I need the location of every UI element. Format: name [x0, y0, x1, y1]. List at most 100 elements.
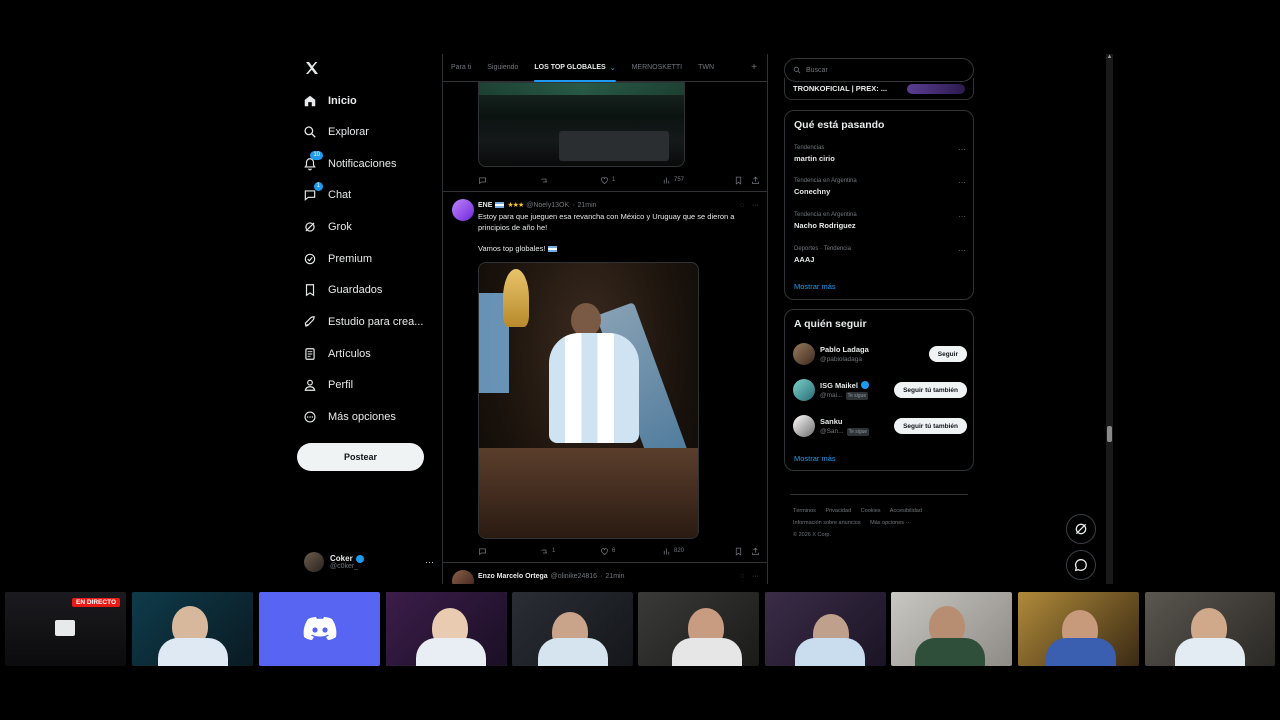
tile-shirt [915, 638, 985, 666]
share-icon[interactable] [751, 176, 760, 185]
tweet-avatar[interactable] [452, 199, 474, 221]
nav-item-perfil[interactable]: Perfil [302, 373, 353, 397]
x-logo-icon[interactable] [304, 60, 320, 81]
follow-suggestion[interactable]: Sanku @San... Te sigue Seguir tú también [793, 413, 967, 439]
grok-icon[interactable]: ◌ [740, 202, 744, 209]
tweet-author-name[interactable]: Enzo Marcelo Ortega [478, 573, 548, 580]
views-button[interactable]: 757 [662, 176, 726, 185]
more-dots-icon[interactable]: ··· [752, 202, 759, 209]
follow-suggestion[interactable]: Pablo Ladaga @pabloladaga Seguir [793, 341, 967, 367]
follow-back-button[interactable]: Seguir tú también [894, 382, 967, 398]
tab-los-top-globales[interactable]: LOS TOP GLOBALES ⌄ [526, 54, 623, 82]
stream-tile[interactable]: EN DIRECTO [5, 592, 126, 666]
nav-item-articulos[interactable]: Artículos [302, 342, 371, 366]
show-more-link[interactable]: Mostrar más [794, 282, 836, 291]
nav-item-guardados[interactable]: Guardados [302, 278, 382, 302]
follow-button[interactable]: Seguir [928, 346, 967, 362]
nav-item-notificaciones[interactable]: 10 Notificaciones [302, 151, 396, 176]
follow-suggestion[interactable]: ISG Maikel @mai... Te sigue Seguir tú tam… [793, 377, 967, 403]
nav-item-inicio[interactable]: Inicio [302, 89, 357, 113]
nav-item-premium[interactable]: Premium [302, 247, 372, 271]
follow-handle: @pabloladaga [820, 356, 863, 363]
retweet-button[interactable]: 1 [540, 547, 600, 556]
more-dots-icon[interactable]: ··· [958, 178, 966, 187]
trend-item[interactable]: Tendencia en Argentina Nacho Rodriguez ·… [794, 212, 966, 230]
more-dots-icon[interactable]: ··· [958, 212, 966, 221]
bookmark-icon[interactable] [734, 547, 743, 556]
footer-link[interactable]: Información sobre anuncios [793, 520, 861, 526]
tweet-media-image[interactable] [478, 262, 699, 539]
person-icon [302, 377, 318, 393]
rocket-icon [302, 314, 318, 330]
tweet-author-name[interactable]: ENE [478, 202, 492, 209]
nav-item-grok[interactable]: Grok [302, 215, 352, 239]
reply-icon[interactable] [478, 176, 540, 185]
live-avatars [907, 83, 965, 94]
share-icon[interactable] [751, 547, 760, 556]
trend-item[interactable]: Deportes · Tendencia AAAJ ··· [794, 246, 966, 264]
views-button[interactable]: 820 [662, 547, 726, 556]
tab-twn[interactable]: TWN [690, 54, 722, 82]
scrollbar[interactable] [1106, 54, 1113, 584]
post-button[interactable]: Postear [297, 443, 424, 471]
footer-link[interactable]: Cookies [861, 508, 881, 514]
footer-link[interactable]: Accesibilidad [890, 508, 922, 514]
footer-link[interactable]: Privacidad [825, 508, 851, 514]
tab-mernosketti[interactable]: MERNOSKETTI [624, 54, 691, 82]
tab-para-ti[interactable]: Para ti [443, 54, 479, 82]
grok-icon [302, 219, 318, 235]
search-bar[interactable] [784, 58, 974, 82]
footer-link[interactable]: Más opciones ··· [870, 520, 911, 526]
show-more-link[interactable]: Mostrar más [794, 454, 836, 463]
notification-badge: 10 [310, 151, 323, 160]
stream-tile-selected[interactable] [386, 592, 507, 666]
nav-item-mas-opciones[interactable]: Más opciones [302, 405, 396, 429]
more-dots-icon[interactable]: ··· [425, 557, 434, 567]
bell-icon: 10 [302, 151, 323, 172]
nav-item-explorar[interactable]: Explorar [302, 120, 369, 144]
stream-tile[interactable] [512, 592, 633, 666]
grok-icon[interactable]: ◌ [740, 573, 744, 580]
footer-link[interactable]: Términos [793, 508, 816, 514]
tweet-handle[interactable]: @Noely13OK [526, 202, 569, 209]
tweet-handle[interactable]: @olinike24816 [551, 573, 597, 580]
more-dots-icon[interactable]: ··· [752, 573, 759, 580]
tab-siguiendo[interactable]: Siguiendo [479, 54, 526, 82]
stream-tile[interactable] [1018, 592, 1139, 666]
add-tab-icon[interactable]: + [751, 62, 767, 73]
search-input[interactable] [806, 66, 956, 74]
bookmark-icon[interactable] [734, 176, 743, 185]
stream-tile[interactable] [765, 592, 886, 666]
avatar [304, 552, 324, 572]
stream-tile[interactable] [1145, 592, 1275, 666]
scrollbar-thumb[interactable] [1107, 426, 1112, 442]
scroll-up-arrow-icon[interactable]: ▲ [1106, 54, 1113, 62]
like-button[interactable]: 1 [600, 176, 662, 185]
stream-tile[interactable] [891, 592, 1012, 666]
nav-item-chat[interactable]: 1 Chat [302, 182, 351, 207]
separator: · [572, 201, 575, 209]
tweet-time[interactable]: 21min [577, 202, 596, 209]
more-dots-icon[interactable]: ··· [958, 145, 966, 154]
follow-name-row: ISG Maikel [820, 381, 869, 390]
stream-tile[interactable] [638, 592, 759, 666]
like-button[interactable]: 6 [600, 547, 662, 556]
messages-float-button[interactable] [1066, 550, 1096, 580]
stream-tile[interactable] [132, 592, 253, 666]
grok-float-button[interactable] [1066, 514, 1096, 544]
trend-item[interactable]: Tendencia en Argentina Conechny ··· [794, 178, 966, 196]
follow-back-button[interactable]: Seguir tú también [894, 418, 967, 434]
account-switcher[interactable]: Coker @c0ker_ ··· [304, 548, 434, 576]
tweet-time[interactable]: 21min [605, 573, 624, 580]
more-dots-icon[interactable]: ··· [958, 246, 966, 255]
trend-item[interactable]: Tendencias martin cirio ··· [794, 145, 966, 163]
separator: · [600, 572, 603, 580]
tweet-header-actions: ◌ ··· [740, 202, 759, 209]
nav-item-estudio[interactable]: Estudio para crea... [302, 310, 423, 334]
retweet-icon[interactable] [540, 176, 600, 185]
tweet-avatar[interactable] [452, 570, 474, 584]
reply-icon[interactable] [478, 547, 540, 556]
trend-name: Nacho Rodriguez [794, 221, 856, 230]
stream-tile-discord[interactable] [259, 592, 380, 666]
previous-tweet-media[interactable] [478, 82, 685, 167]
